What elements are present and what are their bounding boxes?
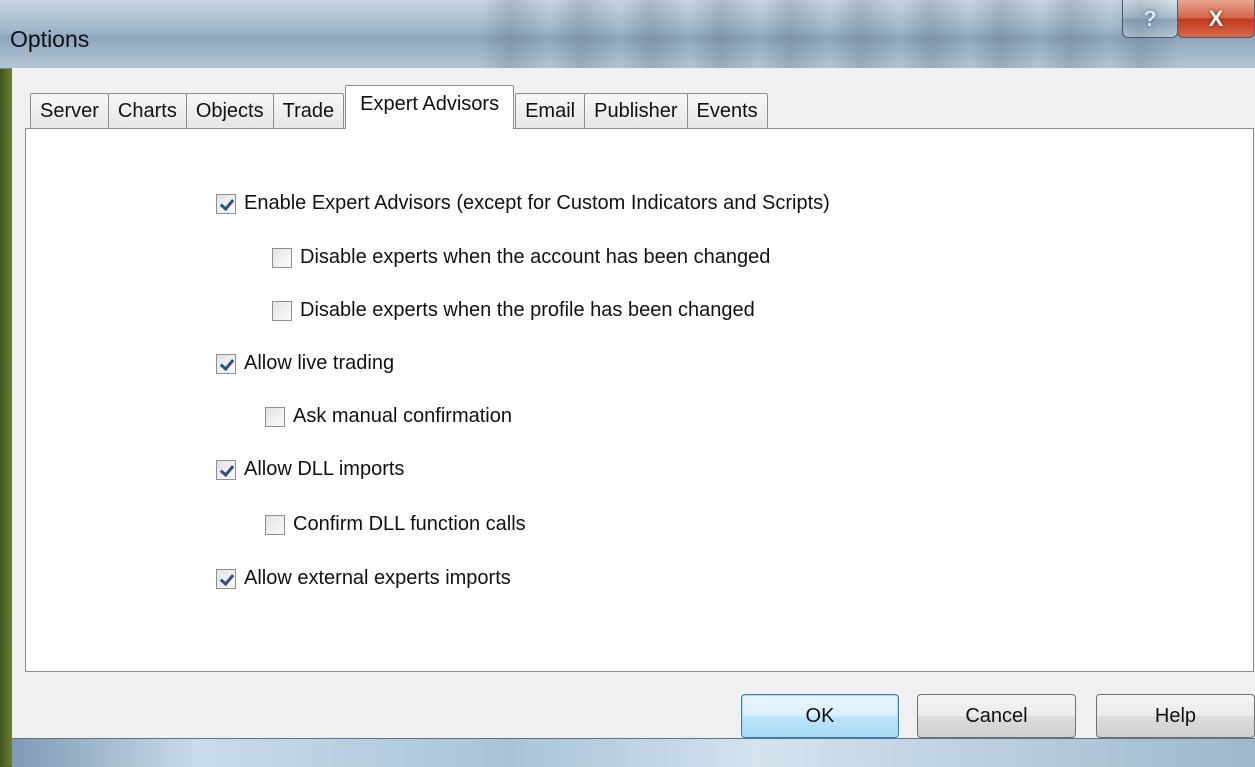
- help-button[interactable]: Help: [1096, 694, 1255, 738]
- tab-email[interactable]: Email: [515, 93, 586, 129]
- option-enable-expert-advisors[interactable]: Enable Expert Advisors (except for Custo…: [216, 192, 830, 215]
- checkbox[interactable]: [216, 193, 236, 214]
- option-label: Allow DLL imports: [244, 458, 405, 480]
- option-allow-dll-imports[interactable]: Allow DLL imports: [216, 458, 404, 481]
- tab-expert-advisors[interactable]: Expert Advisors: [345, 85, 515, 129]
- checkbox[interactable]: [272, 247, 292, 268]
- tab-charts[interactable]: Charts: [107, 93, 187, 129]
- tab-objects[interactable]: Objects: [185, 93, 274, 129]
- checkbox[interactable]: [216, 459, 236, 480]
- option-allow-external-experts[interactable]: Allow external experts imports: [216, 567, 511, 590]
- option-disable-on-profile-change[interactable]: Disable experts when the profile has bee…: [272, 299, 755, 322]
- help-caption-button[interactable]: ?: [1122, 0, 1178, 38]
- cancel-button[interactable]: Cancel: [917, 694, 1076, 738]
- tab-publisher[interactable]: Publisher: [584, 93, 688, 129]
- title-bar[interactable]: Options ? X: [0, 0, 1255, 69]
- tab-trade[interactable]: Trade: [272, 93, 345, 129]
- taskbar-strip: [12, 738, 1255, 767]
- expert-advisors-panel: Enable Expert Advisors (except for Custo…: [25, 128, 1254, 672]
- checkbox[interactable]: [265, 514, 285, 535]
- option-ask-manual-confirmation[interactable]: Ask manual confirmation: [265, 405, 512, 428]
- checkbox[interactable]: [216, 568, 236, 589]
- option-disable-on-account-change[interactable]: Disable experts when the account has bee…: [272, 246, 770, 269]
- checkbox[interactable]: [216, 353, 236, 374]
- question-mark-icon: ?: [1143, 5, 1157, 31]
- option-label: Allow live trading: [244, 352, 395, 374]
- option-label: Ask manual confirmation: [293, 405, 512, 427]
- option-label: Enable Expert Advisors (except for Custo…: [244, 192, 830, 214]
- tab-events[interactable]: Events: [686, 93, 768, 129]
- checkbox[interactable]: [265, 406, 285, 427]
- dialog-client-area: Server Charts Objects Trade Expert Advis…: [12, 68, 1255, 738]
- option-allow-live-trading[interactable]: Allow live trading: [216, 352, 394, 375]
- checkbox[interactable]: [272, 300, 292, 321]
- window-title: Options: [10, 26, 90, 52]
- option-label: Disable experts when the profile has bee…: [300, 299, 755, 321]
- close-button[interactable]: X: [1177, 0, 1255, 38]
- tab-strip: Server Charts Objects Trade Expert Advis…: [30, 85, 768, 129]
- option-label: Confirm DLL function calls: [293, 513, 526, 535]
- option-label: Allow external experts imports: [244, 567, 511, 589]
- option-label: Disable experts when the account has bee…: [300, 246, 771, 268]
- option-confirm-dll-calls[interactable]: Confirm DLL function calls: [265, 513, 526, 536]
- ok-button[interactable]: OK: [741, 694, 899, 738]
- tab-server[interactable]: Server: [30, 93, 109, 129]
- close-icon: X: [1208, 5, 1224, 31]
- options-dialog: Options ? X Server Charts Objects Trade …: [0, 0, 1255, 767]
